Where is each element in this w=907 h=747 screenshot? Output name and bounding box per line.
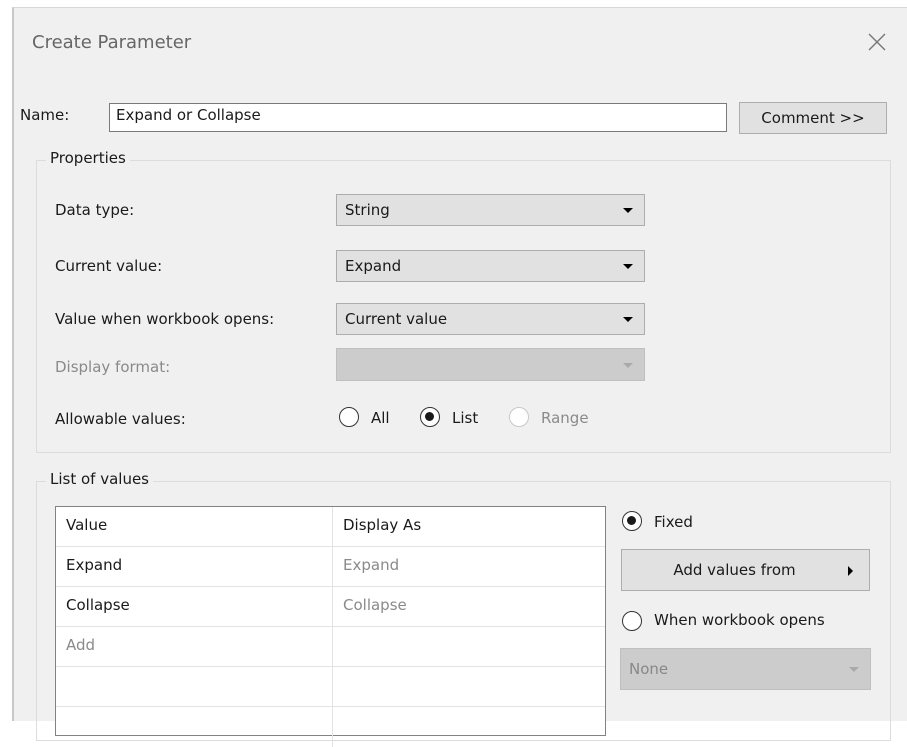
table-row <box>56 707 605 747</box>
column-header-value[interactable]: Value <box>56 507 332 547</box>
add-values-from-label: Add values from <box>673 561 796 579</box>
chevron-right-icon <box>848 566 853 576</box>
radio-all[interactable] <box>339 407 359 427</box>
chevron-down-icon <box>623 362 633 368</box>
display-format-label: Display format: <box>55 358 171 376</box>
chevron-down-icon <box>623 208 633 213</box>
radio-selected-dot <box>425 412 434 421</box>
comment-button[interactable]: Comment >> <box>739 102 887 134</box>
workbook-source-select: None <box>620 648 871 690</box>
dialog-title: Create Parameter <box>32 32 192 53</box>
value-on-open-label: Value when workbook opens: <box>55 310 275 328</box>
table-row[interactable]: Expand Expand <box>56 547 605 587</box>
chevron-down-icon <box>623 317 633 322</box>
display-as-cell[interactable]: Expand <box>332 547 606 587</box>
title-bar: Create Parameter <box>14 8 907 78</box>
current-value-label: Current value: <box>55 257 163 275</box>
display-as-cell[interactable]: Collapse <box>332 587 606 627</box>
radio-list-label: List <box>452 409 479 427</box>
display-format-select <box>336 348 645 381</box>
table-row[interactable]: Collapse Collapse <box>56 587 605 627</box>
empty-cell <box>332 667 606 707</box>
radio-list[interactable] <box>420 407 440 427</box>
table-header-row: Value Display As <box>56 507 605 547</box>
value-on-open-value: Current value <box>345 310 448 328</box>
values-table[interactable]: Value Display As Expand Expand Collapse … <box>55 506 606 747</box>
add-value-cell[interactable]: Add <box>56 627 332 667</box>
create-parameter-dialog: Create Parameter Name: Expand or Collaps… <box>14 8 907 747</box>
workbook-source-value: None <box>629 660 669 678</box>
allowable-values-label: Allowable values: <box>55 410 186 428</box>
radio-fixed[interactable] <box>622 511 642 531</box>
radio-when-workbook-opens[interactable] <box>622 611 642 631</box>
radio-when-workbook-opens-label: When workbook opens <box>654 611 825 629</box>
properties-group-title: Properties <box>46 149 130 167</box>
radio-range-label: Range <box>541 409 589 427</box>
close-icon[interactable] <box>866 31 888 53</box>
radio-all-label: All <box>371 409 390 427</box>
table-row <box>56 667 605 707</box>
value-cell[interactable]: Collapse <box>56 587 332 627</box>
empty-cell <box>332 707 606 747</box>
radio-fixed-label: Fixed <box>654 513 693 531</box>
data-type-select[interactable]: String <box>336 194 645 226</box>
data-type-label: Data type: <box>55 201 135 219</box>
empty-cell <box>56 707 332 747</box>
radio-selected-dot <box>627 516 636 525</box>
list-of-values-group-title: List of values <box>46 470 154 488</box>
data-type-value: String <box>345 201 390 219</box>
name-input[interactable]: Expand or Collapse <box>109 103 727 132</box>
column-header-display-as[interactable]: Display As <box>332 507 606 547</box>
chevron-down-icon <box>623 264 633 269</box>
radio-range <box>509 407 529 427</box>
display-as-cell[interactable] <box>332 627 606 667</box>
current-value-value: Expand <box>345 257 402 275</box>
name-label: Name: <box>20 106 70 124</box>
current-value-select[interactable]: Expand <box>336 250 645 282</box>
table-row[interactable]: Add <box>56 627 605 667</box>
value-on-open-select[interactable]: Current value <box>336 303 645 335</box>
value-cell[interactable]: Expand <box>56 547 332 587</box>
chevron-down-icon <box>849 667 859 672</box>
empty-cell <box>56 667 332 707</box>
add-values-from-button[interactable]: Add values from <box>621 549 870 591</box>
